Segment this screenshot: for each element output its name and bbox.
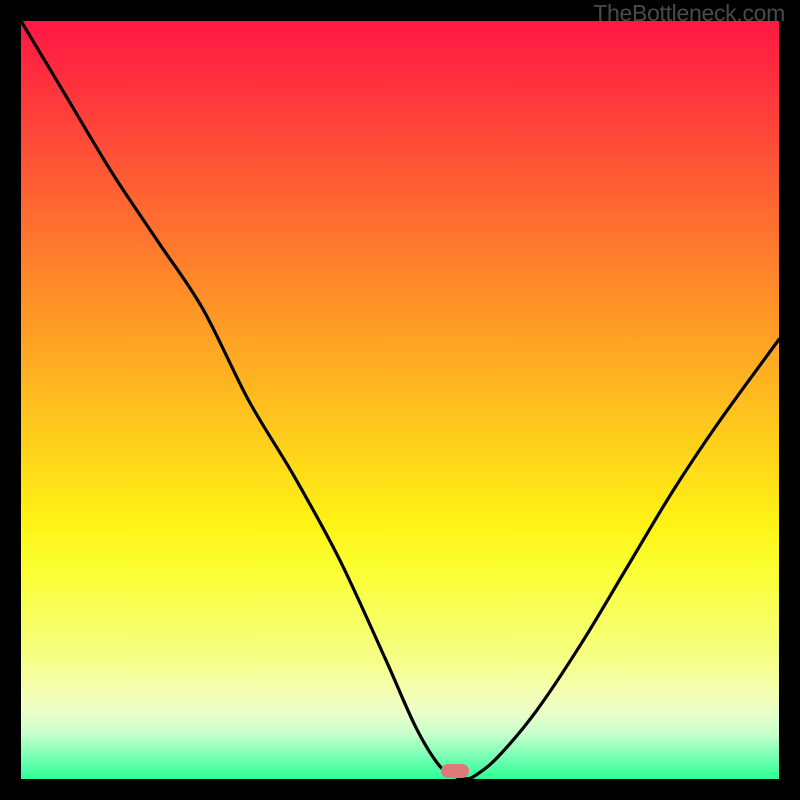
plot-area	[21, 21, 779, 779]
bottleneck-curve	[21, 21, 779, 779]
optimal-point-marker	[441, 764, 469, 778]
chart-frame: TheBottleneck.com	[0, 0, 800, 800]
